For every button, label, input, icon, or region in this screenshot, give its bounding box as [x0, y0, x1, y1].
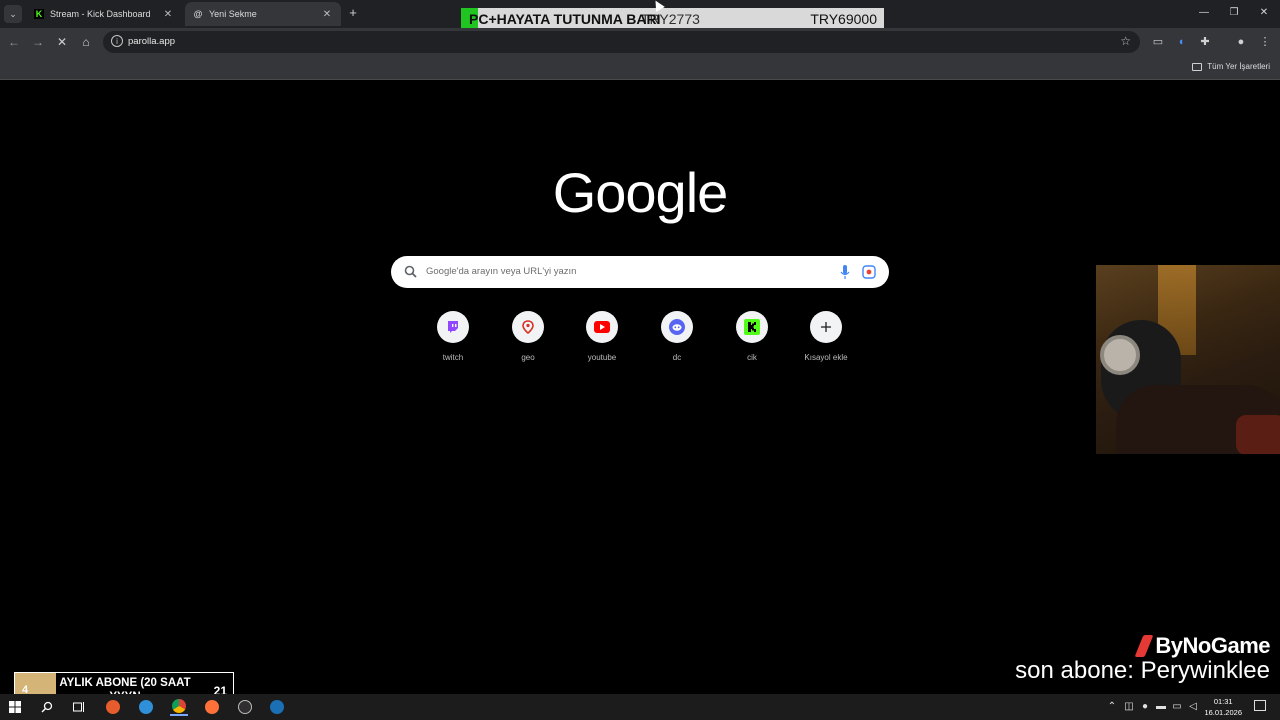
- firefox-icon[interactable]: [203, 698, 221, 716]
- microphone-tray-icon[interactable]: ●: [1139, 701, 1151, 712]
- tab-close-icon[interactable]: ✕: [321, 9, 333, 20]
- site-info-icon[interactable]: i: [111, 35, 123, 47]
- system-clock[interactable]: 01:31 16.01.2026: [1204, 696, 1242, 718]
- webcam-overlay: [1096, 265, 1280, 454]
- notification-center-icon[interactable]: [1254, 700, 1266, 711]
- twitch-icon: [437, 311, 469, 343]
- extensions-puzzle-icon[interactable]: ✚: [1197, 34, 1213, 50]
- app-icon-1[interactable]: [104, 698, 122, 716]
- usb-tray-icon[interactable]: ▬: [1155, 701, 1167, 712]
- shortcut-label: geo: [521, 353, 535, 362]
- close-window-button[interactable]: ✕: [1257, 7, 1271, 18]
- back-button[interactable]: ←: [6, 34, 22, 50]
- all-bookmarks-label: Tüm Yer İşaretleri: [1207, 62, 1270, 71]
- tab-kick-dashboard[interactable]: K Stream - Kick Dashboard ✕: [26, 2, 182, 26]
- google-search-box[interactable]: Google'da arayın veya URL'yi yazın: [391, 256, 889, 288]
- folder-icon: [1192, 62, 1203, 71]
- address-bar[interactable]: i parolla.app ☆: [103, 31, 1140, 53]
- shortcut-label: youtube: [587, 353, 617, 362]
- clock-date: 16.01.2026: [1204, 708, 1242, 717]
- shortcut-label: twitch: [442, 353, 464, 362]
- webcam-background-chair: [1236, 415, 1280, 454]
- youtube-icon: [586, 311, 618, 343]
- bookmarks-bar: Tüm Yer İşaretleri: [0, 56, 1280, 80]
- volume-icon[interactable]: ◁: [1187, 701, 1199, 712]
- windows-start-icon[interactable]: [6, 698, 24, 716]
- at-sign-favicon-icon: @: [193, 9, 203, 19]
- steam-icon[interactable]: [268, 698, 286, 716]
- shortcuts-grid: twitch geo youtube dc cik Kısayol ekle: [429, 311, 869, 371]
- task-view-icon[interactable]: [70, 698, 88, 716]
- home-button[interactable]: ⌂: [78, 34, 94, 50]
- tab-search-button[interactable]: ⌄: [4, 5, 22, 23]
- shortcut-geo[interactable]: geo: [504, 311, 552, 362]
- donation-goal-current: TRY2773: [641, 11, 700, 27]
- shortcut-twitch[interactable]: twitch: [429, 311, 477, 362]
- add-shortcut-button[interactable]: Kısayol ekle: [802, 311, 850, 362]
- shortcut-label: cik: [747, 353, 757, 362]
- microphone-icon[interactable]: [839, 264, 851, 280]
- network-icon[interactable]: ▭: [1171, 701, 1183, 712]
- taskbar-search-icon[interactable]: [38, 698, 56, 716]
- kick-favicon-icon: K: [34, 9, 44, 19]
- bynogame-logo-icon: [1134, 635, 1154, 657]
- shortcut-label: Kısayol ekle: [804, 353, 848, 362]
- search-icon: [404, 265, 417, 278]
- all-bookmarks-button[interactable]: Tüm Yer İşaretleri: [1192, 62, 1270, 71]
- tab-strip: ⌄ K Stream - Kick Dashboard ✕ @ Yeni Sek…: [0, 0, 1280, 29]
- donation-goal-title: PC+HAYATA TUTUNMA BARI: [469, 11, 661, 27]
- clock-time: 01:31: [1213, 697, 1233, 706]
- maximize-button[interactable]: ❐: [1227, 7, 1241, 18]
- tab-title: Yeni Sekme: [209, 9, 257, 19]
- donation-goal-bar: PC+HAYATA TUTUNMA BARI TRY2773 TRY69000: [461, 8, 884, 29]
- sponsor-logo: ByNoGame: [1134, 633, 1270, 659]
- tray-app-icon[interactable]: ◫: [1123, 701, 1135, 712]
- shortcut-dc[interactable]: dc: [653, 311, 701, 362]
- tab-title: Stream - Kick Dashboard: [50, 9, 151, 19]
- minimize-button[interactable]: —: [1197, 7, 1211, 18]
- extension-audio-icon[interactable]: ◖: [1173, 34, 1189, 50]
- stop-loading-button[interactable]: ✕: [54, 34, 70, 50]
- chrome-icon[interactable]: [170, 698, 188, 716]
- discord-icon: [661, 311, 693, 343]
- cast-icon[interactable]: ▭: [1150, 34, 1166, 50]
- forward-button[interactable]: →: [30, 34, 46, 50]
- obs-icon[interactable]: [236, 698, 254, 716]
- windows-taskbar: ⌃ ◫ ● ▬ ▭ ◁ 01:31 16.01.2026: [0, 694, 1280, 720]
- kick-icon: [736, 311, 768, 343]
- map-pin-icon: [512, 311, 544, 343]
- headset-icon: [1100, 335, 1140, 375]
- browser-toolbar: ← → ✕ ⌂ i parolla.app ☆ ▭ ◖ ✚ ● ⋮: [0, 28, 1280, 56]
- tab-new-tab[interactable]: @ Yeni Sekme ✕: [185, 2, 341, 26]
- bookmark-star-icon[interactable]: ☆: [1120, 34, 1131, 48]
- profile-avatar-icon[interactable]: ●: [1233, 34, 1249, 50]
- last-subscriber-text: son abone: Perywinklee: [1015, 657, 1270, 684]
- tray-expand-icon[interactable]: ⌃: [1106, 701, 1118, 712]
- shortcut-cik[interactable]: cik: [728, 311, 776, 362]
- new-tab-button[interactable]: +: [346, 6, 360, 20]
- sponsor-name: ByNoGame: [1155, 633, 1270, 658]
- menu-kebab-icon[interactable]: ⋮: [1257, 34, 1273, 50]
- google-lens-icon[interactable]: [861, 264, 877, 280]
- tab-close-icon[interactable]: ✕: [162, 9, 174, 20]
- search-placeholder: Google'da arayın veya URL'yi yazın: [426, 266, 577, 277]
- edge-browser-icon[interactable]: [137, 698, 155, 716]
- plus-icon: [810, 311, 842, 343]
- google-logo: Google: [552, 161, 729, 224]
- chevron-down-icon: ⌄: [9, 8, 17, 19]
- shortcut-youtube[interactable]: youtube: [578, 311, 626, 362]
- url-text[interactable]: parolla.app: [128, 36, 175, 47]
- donation-goal-target: TRY69000: [810, 11, 877, 27]
- shortcut-label: dc: [672, 353, 682, 362]
